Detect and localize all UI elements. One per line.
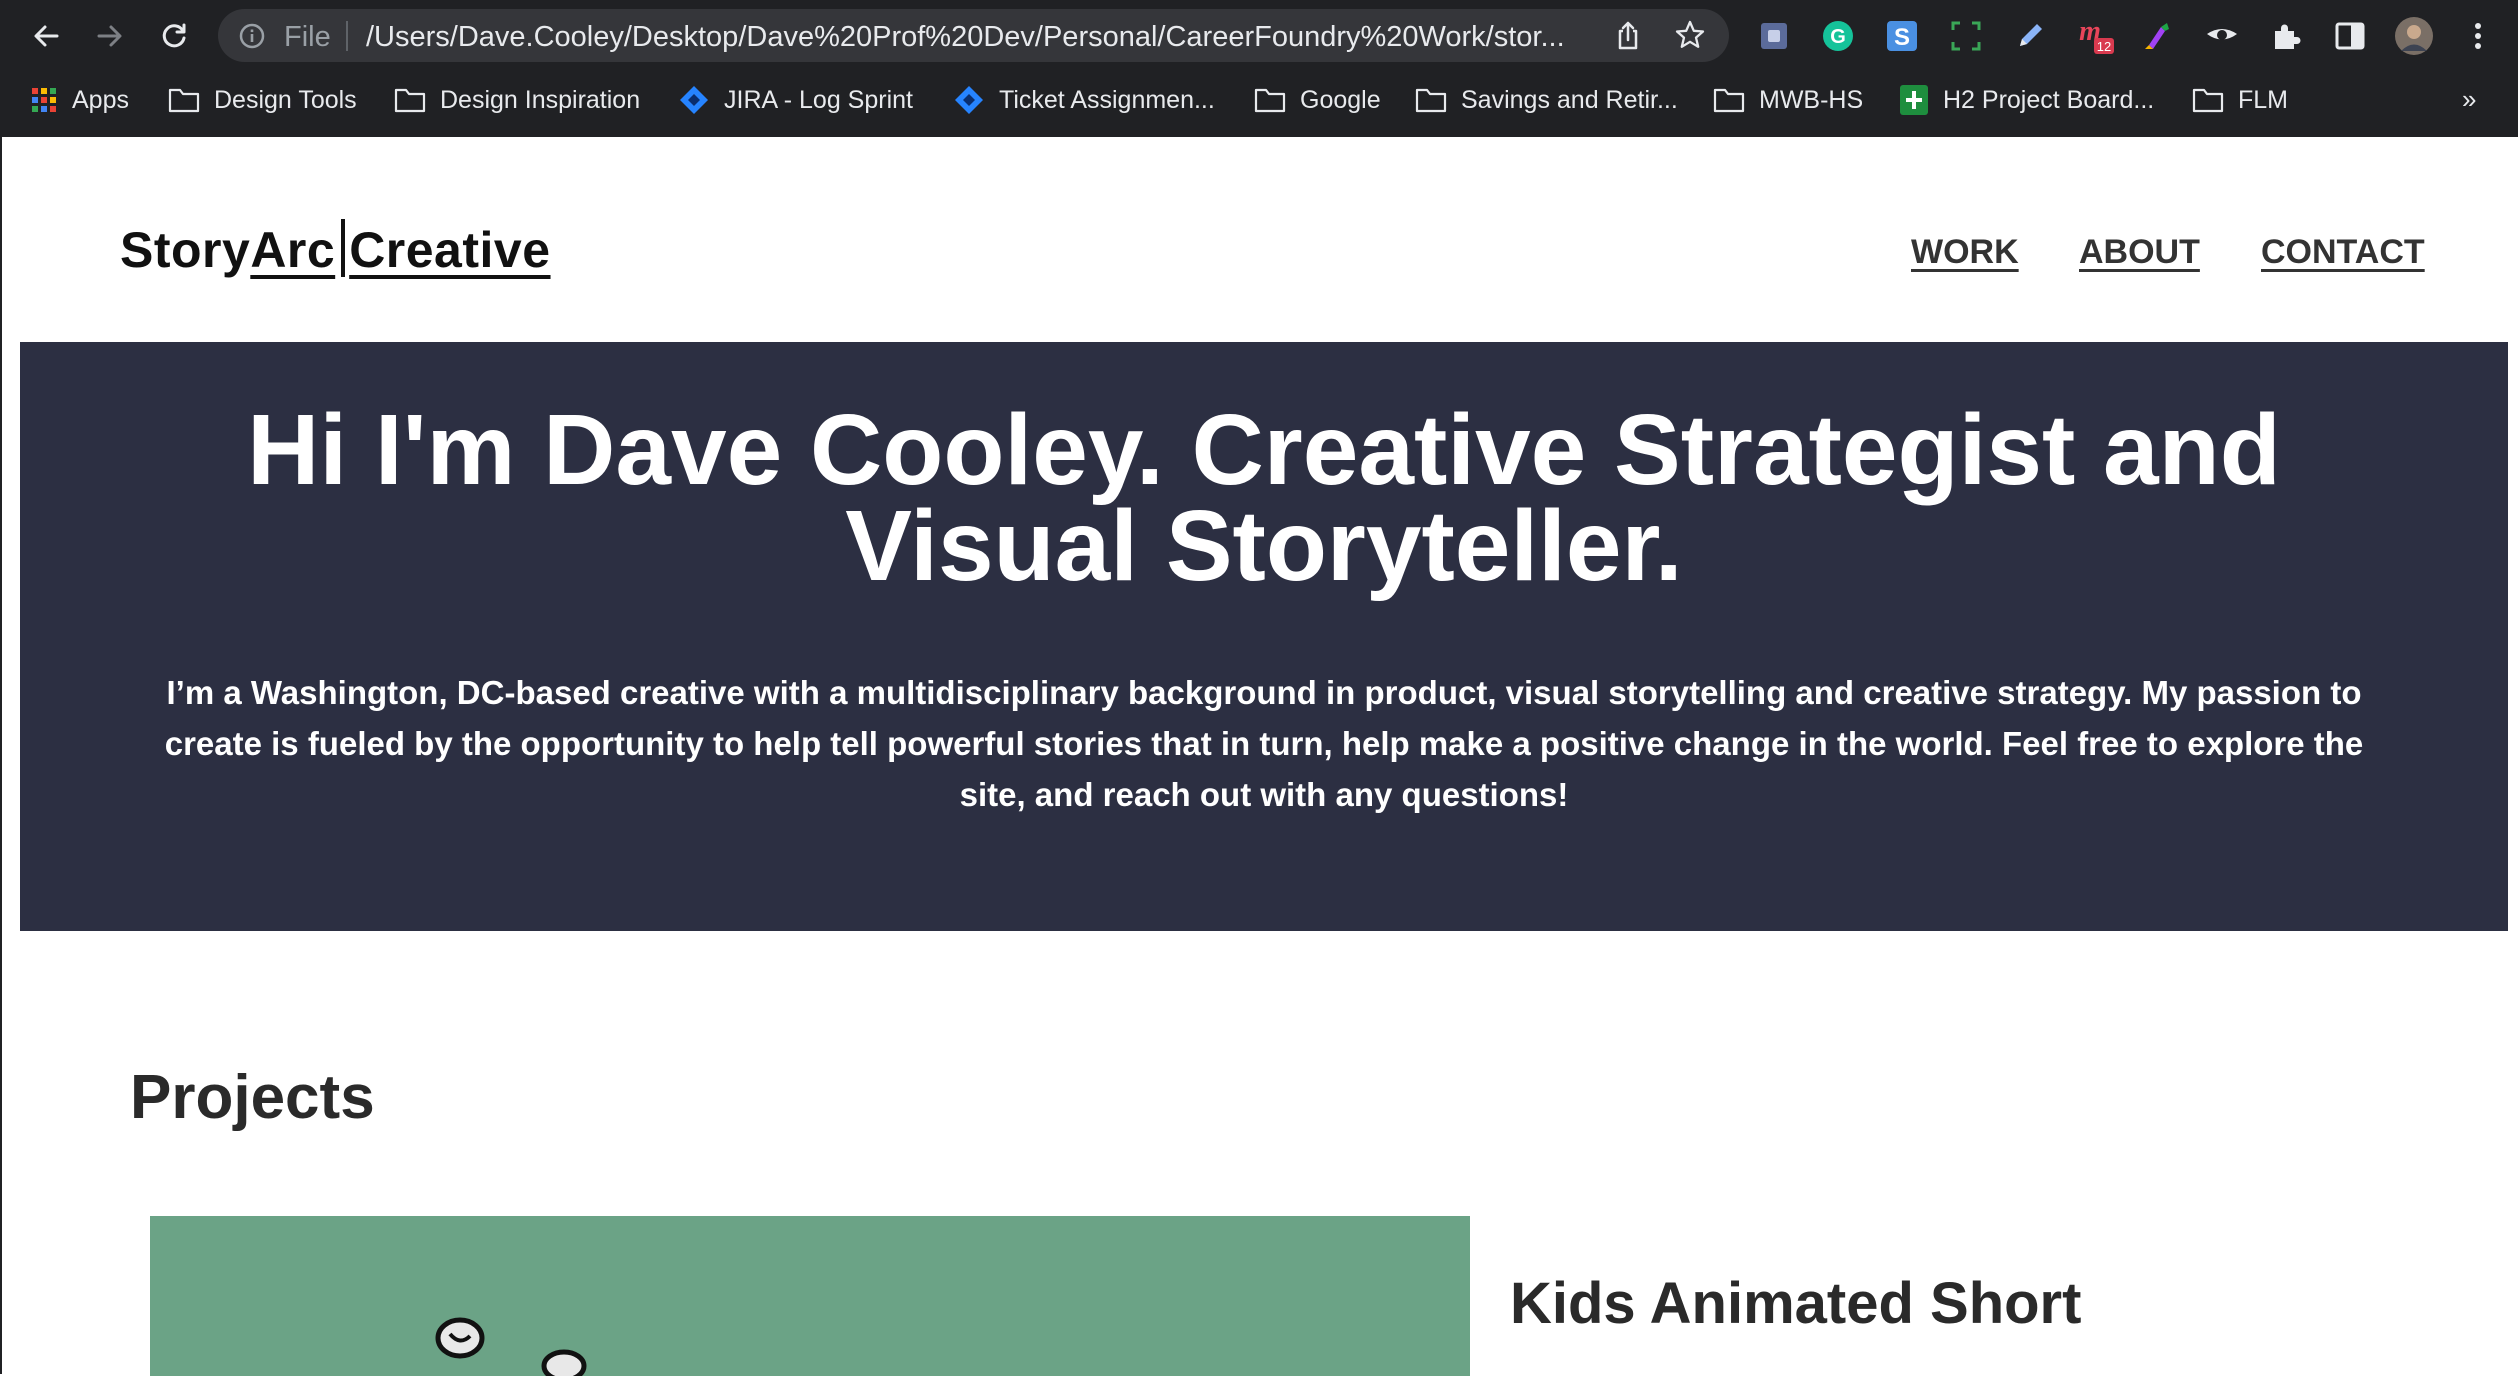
bookmark-jira-log-sprint[interactable]: JIRA - Log Sprint: [678, 74, 913, 126]
browser-toolbar: File /Users/Dave.Cooley/Desktop/Dave%20P…: [0, 0, 2518, 72]
sheets-icon: [1900, 85, 1928, 115]
logo-part-story: Story: [120, 222, 251, 278]
web-page: StoryArc Creative WORK ABOUT CONTACT Hi I…: [0, 137, 2518, 1376]
cartoon-character-illustration: [435, 1317, 587, 1376]
extension-figma[interactable]: [2138, 16, 2178, 56]
bookmark-label: Design Tools: [214, 85, 357, 114]
address-bar[interactable]: File /Users/Dave.Cooley/Desktop/Dave%20P…: [218, 9, 1729, 62]
extension-badge-count: 12: [2097, 39, 2111, 54]
reload-icon: [162, 23, 186, 48]
screenshot-crop-icon: [1951, 21, 1981, 51]
project-thumbnail[interactable]: [150, 1216, 1470, 1376]
m-extension-icon: m 12: [2079, 16, 2114, 54]
folder-icon: [1713, 88, 1745, 113]
hero-section: Hi I'm Dave Cooley. Creative Strategist …: [20, 342, 2508, 931]
bookmark-label: Google: [1300, 85, 1381, 114]
bookmark-label: MWB-HS: [1759, 85, 1864, 114]
bookmark-design-tools[interactable]: Design Tools: [168, 74, 357, 126]
nav-work-link[interactable]: WORK: [1911, 233, 2019, 272]
puzzle-extension-icon: [1761, 23, 1787, 49]
browser-chrome: File /Users/Dave.Cooley/Desktop/Dave%20P…: [0, 0, 2518, 137]
extension-eye[interactable]: [2202, 16, 2242, 56]
browser-menu-button[interactable]: [2458, 16, 2498, 56]
logo-divider: [341, 219, 346, 277]
back-button[interactable]: [24, 14, 68, 58]
bookmark-mwb-hs[interactable]: MWB-HS: [1713, 74, 1863, 126]
s-extension-icon: S: [1887, 21, 1917, 51]
bookmark-label: FLM: [2238, 85, 2288, 114]
extension-screenshot[interactable]: [1946, 16, 1986, 56]
arrow-left-icon: [34, 25, 59, 47]
avatar-icon: [2395, 17, 2433, 55]
eye-extension-icon: [2207, 29, 2237, 40]
side-panel-button[interactable]: [2330, 16, 2370, 56]
bookmark-ticket-assignment[interactable]: Ticket Assignmen...: [953, 74, 1215, 126]
project-title[interactable]: Kids Animated Short: [1510, 1270, 2081, 1337]
bookmark-apps[interactable]: Apps: [30, 74, 129, 126]
arrow-right-icon: [97, 25, 122, 47]
extension-s[interactable]: S: [1882, 16, 1922, 56]
jira-icon: [955, 86, 983, 114]
extensions-menu-button[interactable]: [2266, 16, 2306, 56]
share-icon[interactable]: [1613, 20, 1643, 52]
puzzle-piece-icon: [2275, 24, 2301, 49]
folder-icon: [2192, 88, 2224, 113]
forward-button[interactable]: [88, 14, 132, 58]
bookmark-google[interactable]: Google: [1254, 74, 1381, 126]
bookmarks-bar: Apps Design Tools Design Inspiration JIR…: [0, 74, 2518, 126]
colorful-extension-icon: [2145, 23, 2169, 49]
hero-title-line2: Visual Storyteller.: [845, 490, 1683, 602]
bookmark-label: Savings and Retir...: [1461, 85, 1678, 114]
folder-icon: [394, 88, 426, 113]
pen-icon: [2020, 24, 2042, 46]
hero-intro-text: I’m a Washington, DC-based creative with…: [164, 674, 2364, 813]
hero-title: Hi I'm Dave Cooley. Creative Strategist …: [20, 400, 2508, 596]
site-logo[interactable]: StoryArc Creative: [120, 219, 551, 279]
profile-avatar-button[interactable]: [2394, 16, 2434, 56]
bookmark-design-inspiration[interactable]: Design Inspiration: [394, 74, 640, 126]
logo-part-creative: Creative: [349, 222, 551, 278]
folder-icon: [1254, 88, 1286, 113]
info-icon[interactable]: [238, 22, 266, 50]
bookmark-label: H2 Project Board...: [1943, 85, 2155, 114]
apps-grid-icon: [32, 88, 56, 112]
address-scheme: File: [284, 21, 331, 53]
svg-text:G: G: [1830, 26, 1846, 48]
projects-heading: Projects: [130, 1063, 375, 1132]
folder-icon: [1415, 88, 1447, 113]
extension-grammarly[interactable]: G: [1818, 16, 1858, 56]
url-text[interactable]: /Users/Dave.Cooley/Desktop/Dave%20Prof%2…: [366, 21, 1596, 54]
logo-part-arc: Arc: [250, 222, 336, 278]
svg-text:S: S: [1894, 24, 1910, 51]
address-divider: [346, 21, 348, 51]
extension-m-badge[interactable]: m 12: [2074, 16, 2114, 56]
nav-contact-link[interactable]: CONTACT: [2261, 233, 2425, 272]
bookmark-label: Design Inspiration: [440, 85, 641, 114]
bookmark-savings[interactable]: Savings and Retir...: [1415, 74, 1678, 126]
bookmark-flm[interactable]: FLM: [2192, 74, 2288, 126]
jira-icon: [680, 86, 708, 114]
bookmark-star-icon[interactable]: [1674, 19, 1706, 51]
bookmark-label: JIRA - Log Sprint: [724, 85, 913, 114]
bookmark-label: Ticket Assignmen...: [999, 85, 1215, 114]
nav-about-link[interactable]: ABOUT: [2079, 233, 2200, 272]
more-bookmarks-button[interactable]: »: [2462, 84, 2476, 115]
bookmark-h2-project-board[interactable]: H2 Project Board...: [1899, 74, 2154, 126]
bookmark-label: Apps: [72, 85, 129, 114]
extension-puzzle-blue[interactable]: [1754, 16, 1794, 56]
reload-button[interactable]: [152, 14, 196, 58]
side-panel-icon: [2335, 22, 2365, 50]
folder-icon: [168, 88, 200, 113]
kebab-menu-icon: [2475, 23, 2481, 49]
extension-pen[interactable]: [2010, 16, 2050, 56]
grammarly-icon: G: [1823, 21, 1853, 51]
